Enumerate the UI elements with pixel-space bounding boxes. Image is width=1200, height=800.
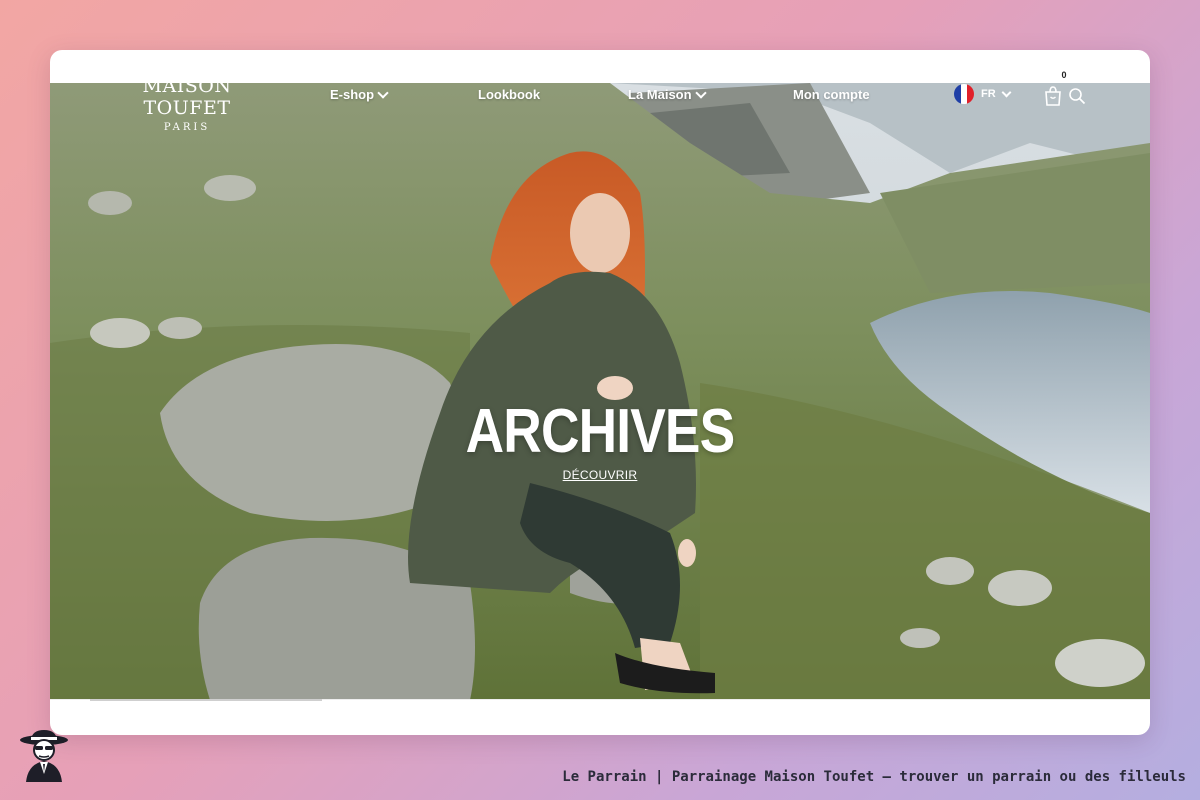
hero-cta-container: DÉCOUVRIR	[50, 464, 1150, 483]
language-code: FR	[981, 88, 996, 100]
chevron-down-icon	[694, 86, 707, 99]
logo-wordmark: MAISON TOUFET	[142, 75, 232, 119]
site-logo[interactable]: MAISON TOUFET PARIS	[104, 75, 270, 133]
discover-link[interactable]: DÉCOUVRIR	[563, 468, 638, 482]
chevron-down-icon	[1001, 87, 1012, 97]
chevron-down-icon	[377, 86, 389, 99]
shopping-bag-icon[interactable]	[1044, 86, 1062, 106]
cart-count-badge: 0	[1057, 68, 1071, 82]
language-selector[interactable]: FR	[954, 84, 1012, 104]
nav-item-label: La Maison	[628, 87, 692, 102]
footer-caption: Le Parrain | Parrainage Maison Toufet — …	[562, 769, 1186, 785]
nav-item-label: Mon compte	[793, 87, 870, 102]
nav-item-label: Lookbook	[478, 87, 541, 102]
logo-subtitle: PARIS	[163, 122, 211, 133]
nav-item-la-maison[interactable]: La Maison	[628, 86, 707, 102]
browser-card: ARCHIVES DÉCOUVRIR MAISON TOUFET PARIS E…	[50, 50, 1150, 735]
nav-item-eshop[interactable]: E-shop	[330, 86, 389, 102]
hero-title: ARCHIVES	[465, 397, 736, 466]
hero-image	[50, 83, 1150, 700]
nav-item-mon-compte[interactable]: Mon compte	[793, 87, 870, 102]
slider-progress-bar	[90, 699, 322, 701]
france-flag-icon	[954, 84, 974, 104]
nav-item-label: E-shop	[330, 87, 375, 102]
search-icon[interactable]	[1068, 87, 1086, 105]
hero-banner[interactable]: ARCHIVES DÉCOUVRIR	[50, 83, 1150, 700]
nav-item-lookbook[interactable]: Lookbook	[478, 87, 540, 102]
site-header: MAISON TOUFET PARIS E-shop Lookbook La M…	[50, 50, 1150, 145]
godfather-mascot-icon	[20, 730, 68, 782]
